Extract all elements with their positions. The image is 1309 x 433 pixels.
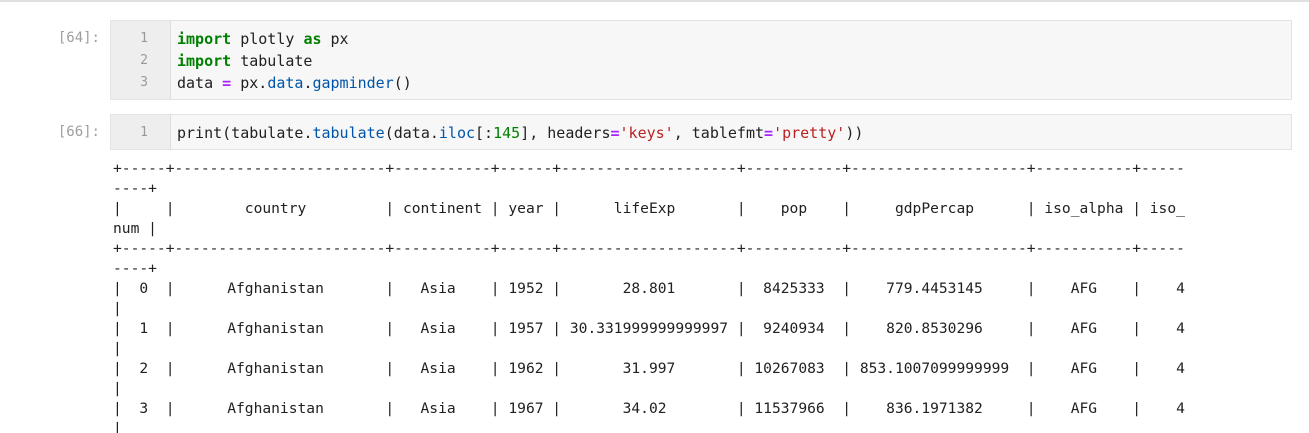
- code-token: .: [258, 74, 268, 92]
- output-line: ----+: [113, 180, 157, 197]
- code-token: .: [429, 124, 439, 142]
- code-token: tabulate: [312, 124, 385, 142]
- code-token: iloc: [438, 124, 476, 142]
- code-token: )): [845, 124, 864, 142]
- code-token: import: [177, 52, 232, 70]
- output-line: |: [113, 420, 122, 433]
- output-line: | 2 | Afghanistan | Asia | 1962 | 31.997…: [113, 360, 1185, 377]
- output-line: num |: [113, 220, 157, 237]
- code-token: tabulate: [231, 52, 313, 70]
- code-cell-64[interactable]: 1 2 3 import plotly as px import tabulate…: [110, 20, 1292, 100]
- code-token: as: [303, 30, 322, 48]
- line-number: 1: [140, 31, 148, 46]
- output-line: | 1 | Afghanistan | Asia | 1957 | 30.331…: [113, 320, 1185, 337]
- output-line: | 0 | Afghanistan | Asia | 1952 | 28.801…: [113, 280, 1185, 297]
- code-token: [:: [475, 124, 494, 142]
- code-token: import: [177, 30, 232, 48]
- output-line: | | country | continent | year | lifeExp…: [113, 200, 1185, 217]
- code-token: (): [393, 74, 412, 92]
- code-token: (tabulate: [222, 124, 304, 142]
- code-token: plotly: [231, 30, 304, 48]
- code-token: data: [177, 74, 223, 92]
- code-token: print: [177, 124, 223, 142]
- line-number-gutter: 1: [111, 115, 171, 149]
- output-line: +-----+------------------------+--------…: [113, 240, 1185, 257]
- tabulate-output-table: +-----+------------------------+--------…: [113, 159, 1309, 433]
- cell-prompt-64: [64]:: [57, 30, 100, 46]
- code-token: 'keys': [619, 124, 674, 142]
- code-token: =: [610, 124, 620, 142]
- code-token: gapminder: [312, 74, 394, 92]
- code-token: 'pretty': [773, 124, 846, 142]
- cell-output: +-----+------------------------+--------…: [113, 159, 1309, 433]
- code-cell-66[interactable]: 1 print(tabulate.tabulate(data.iloc[:145…: [110, 114, 1292, 150]
- code-token: 145: [493, 124, 521, 142]
- code-line: print(tabulate.tabulate(data.iloc[:145],…: [177, 122, 1283, 144]
- code-line: import plotly as px: [177, 28, 1283, 50]
- output-line: ----+: [113, 260, 157, 277]
- code-line: import tabulate: [177, 50, 1283, 72]
- line-number: 3: [140, 75, 148, 90]
- code-token: , tablefmt: [673, 124, 765, 142]
- code-token: =: [764, 124, 774, 142]
- code-token: (data: [384, 124, 430, 142]
- cell-prompt-66: [66]:: [57, 124, 100, 140]
- code-editor[interactable]: print(tabulate.tabulate(data.iloc[:145],…: [177, 122, 1283, 144]
- output-line: | 3 | Afghanistan | Asia | 1967 | 34.02 …: [113, 400, 1185, 417]
- output-line: +-----+------------------------+--------…: [113, 160, 1185, 177]
- output-line: |: [113, 340, 122, 357]
- line-number-gutter: 1 2 3: [111, 21, 171, 99]
- line-number: 2: [140, 53, 148, 68]
- code-token: =: [222, 74, 232, 92]
- line-number: 1: [140, 125, 148, 140]
- code-editor[interactable]: import plotly as px import tabulate data =…: [177, 28, 1283, 94]
- output-line: |: [113, 300, 122, 317]
- code-token: ], headers: [520, 124, 611, 142]
- code-token: data: [267, 74, 304, 92]
- output-line: |: [113, 380, 122, 397]
- code-token: px: [321, 30, 349, 48]
- code-token: px: [231, 74, 259, 92]
- code-line: data = px.data.gapminder(): [177, 72, 1283, 94]
- top-divider: [0, 0, 1309, 2]
